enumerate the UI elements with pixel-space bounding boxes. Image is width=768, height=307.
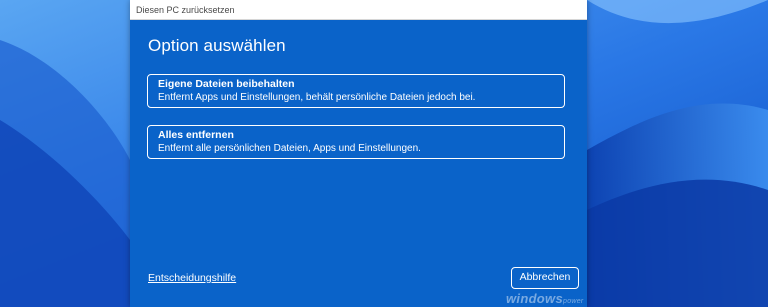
dialog-heading: Option auswählen	[148, 36, 286, 55]
option-description: Entfernt alle persönlichen Dateien, Apps…	[158, 143, 421, 154]
option-keep-files[interactable]: Eigene Dateien beibehalten Entfernt Apps…	[147, 74, 565, 108]
option-remove-everything[interactable]: Alles entfernen Entfernt alle persönlich…	[147, 125, 565, 159]
option-title: Eigene Dateien beibehalten	[158, 78, 295, 90]
cancel-button[interactable]: Abbrechen	[511, 267, 579, 289]
watermark-sub: power	[563, 298, 584, 305]
help-link[interactable]: Entscheidungshilfe	[148, 272, 236, 284]
watermark-main: windows	[506, 291, 563, 306]
option-description: Entfernt Apps und Einstellungen, behält …	[158, 92, 476, 103]
reset-pc-dialog: Diesen PC zurücksetzen Option auswählen …	[130, 0, 587, 307]
option-title: Alles entfernen	[158, 129, 234, 141]
window-title: Diesen PC zurücksetzen	[130, 0, 587, 20]
watermark-logo: windowspower	[506, 291, 584, 306]
